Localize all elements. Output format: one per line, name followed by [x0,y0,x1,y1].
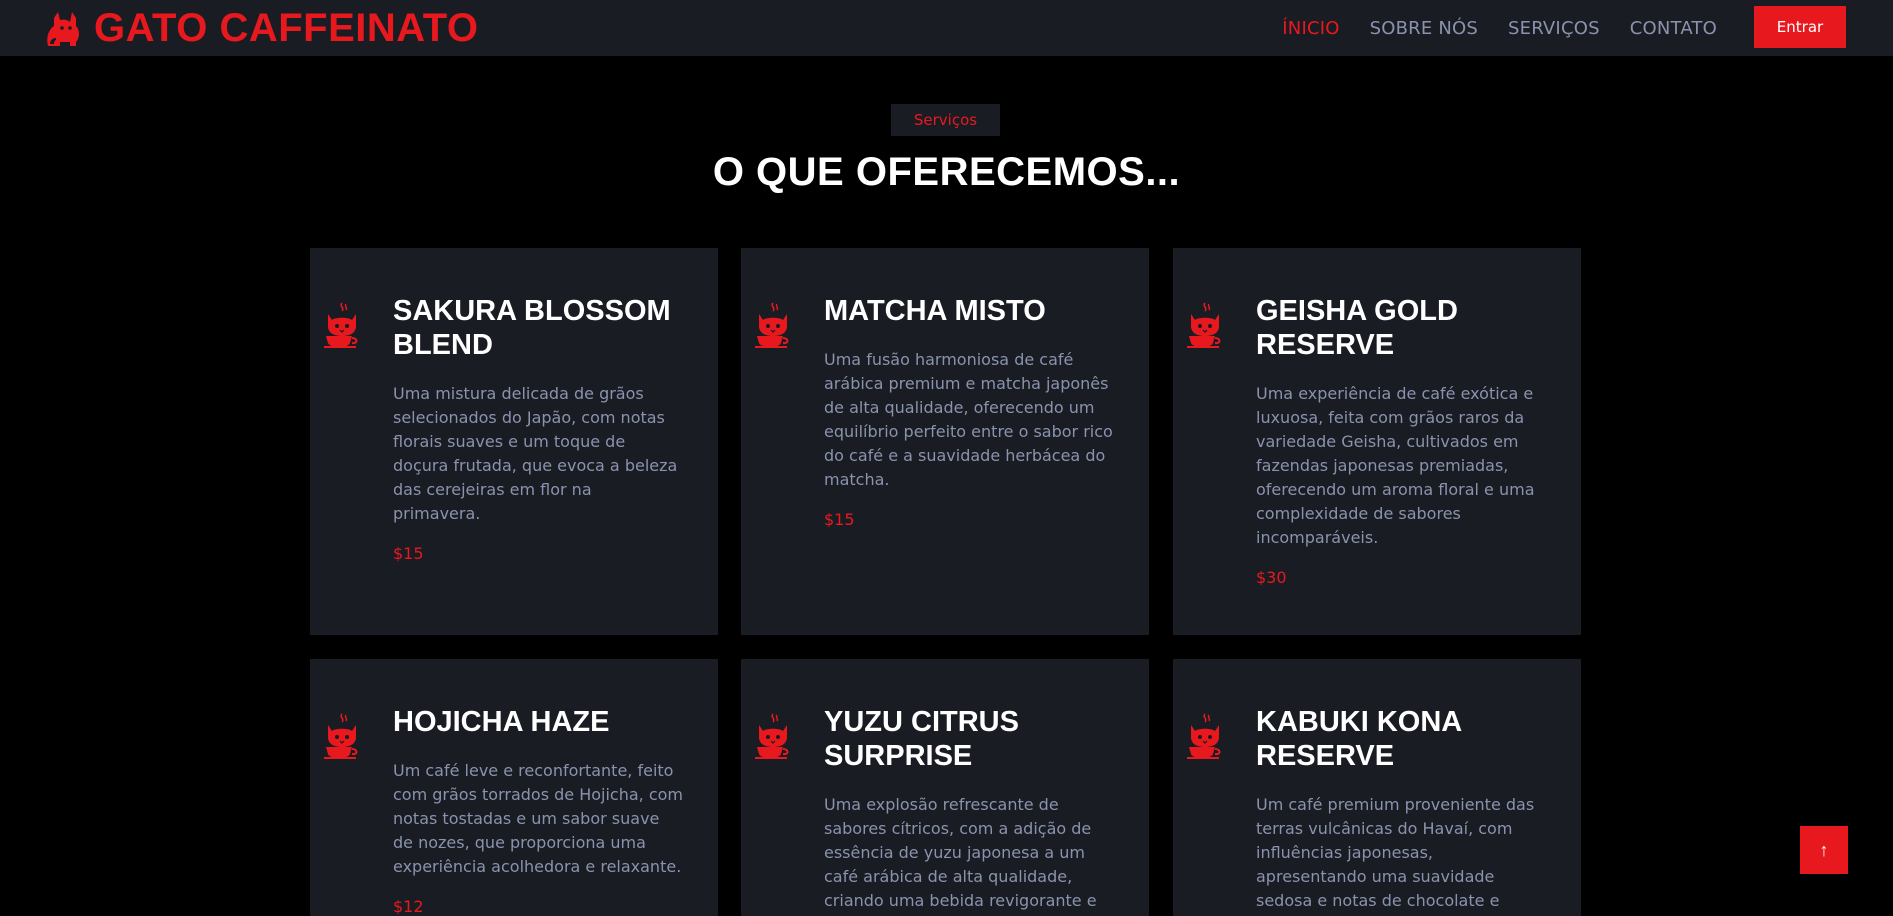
product-card: HOJICHA HAZE Um café leve e reconfortant… [310,659,718,916]
cat-coffee-icon [322,713,362,759]
product-card: MATCHA MISTO Uma fusão harmoniosa de caf… [741,248,1149,635]
product-description: Uma fusão harmoniosa de café arábica pre… [824,350,1113,489]
nav-item-sobre-nos[interactable]: SOBRE NÓS [1370,18,1478,39]
nav-menu: ÍNICIO SOBRE NÓS SERVIÇOS CONTATO [1282,0,1717,56]
product-card: YUZU CITRUS SURPRISE Uma explosão refres… [741,659,1149,916]
product-price: $12 [393,897,424,916]
product-name: GEISHA GOLD RESERVE [1256,295,1458,361]
product-name: SAKURA BLOSSOM BLEND [393,295,671,361]
product-card: GEISHA GOLD RESERVE Uma experiência de c… [1173,248,1581,635]
cat-coffee-icon [1185,302,1225,348]
product-name: HOJICHA HAZE [393,706,610,738]
product-name: YUZU CITRUS SURPRISE [824,706,1019,772]
brand-logo[interactable]: GATO CAFFEINATO [44,6,479,50]
product-description: Uma explosão refrescante de sabores cítr… [824,795,1097,916]
arrow-up-icon: ↑ [1819,839,1829,860]
product-name: MATCHA MISTO [824,295,1046,327]
cat-icon [47,12,79,46]
nav-item-contato[interactable]: CONTATO [1630,18,1717,39]
cat-coffee-icon [1185,713,1225,759]
product-card: KABUKI KONA RESERVE Um café premium prov… [1173,659,1581,916]
product-description: Um café premium proveniente das terras v… [1256,795,1535,916]
scroll-top-button[interactable]: ↑ [1800,826,1848,874]
product-price: $15 [393,544,424,563]
cat-coffee-icon [753,302,793,348]
brand-title: GATO CAFFEINATO [94,6,479,50]
cat-coffee-icon [322,302,362,348]
section-label: Serviços [891,104,1000,136]
nav-item-servicos[interactable]: SERVIÇOS [1508,18,1600,39]
section-title: O QUE OFERECEMOS... [712,150,1181,194]
product-card: SAKURA BLOSSOM BLEND Uma mistura delicad… [310,248,718,635]
nav-item-inicio[interactable]: ÍNICIO [1282,18,1339,39]
product-description: Uma mistura delicada de grãos selecionad… [393,384,678,523]
navbar: GATO CAFFEINATO ÍNICIO SOBRE NÓS SERVIÇO… [0,0,1893,56]
product-price: $15 [824,510,855,529]
product-name: KABUKI KONA RESERVE [1256,706,1462,772]
product-description: Um café leve e reconfortante, feito com … [393,761,683,876]
login-button[interactable]: Entrar [1754,6,1846,48]
product-price: $30 [1256,568,1287,587]
product-description: Uma experiência de café exótica e luxuos… [1256,384,1535,547]
cat-coffee-icon [753,713,793,759]
